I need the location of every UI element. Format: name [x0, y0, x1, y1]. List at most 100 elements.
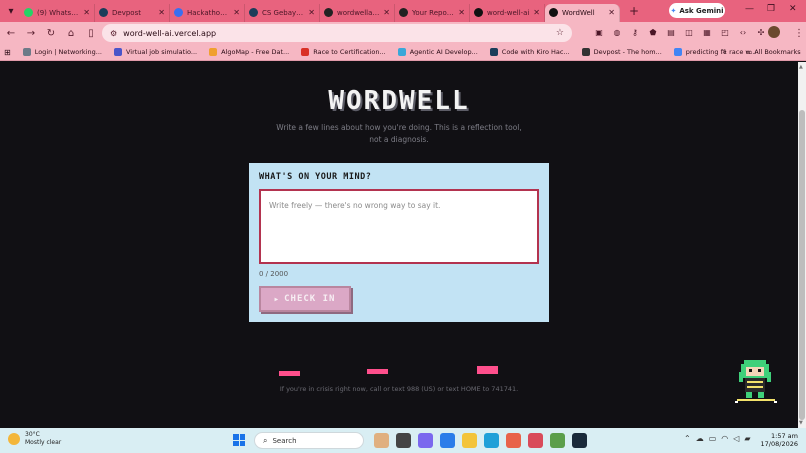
reflection-input[interactable] — [259, 189, 539, 264]
tab-close-icon[interactable]: ✕ — [533, 8, 540, 17]
file-explorer-icon[interactable] — [462, 433, 477, 448]
weather-icon — [8, 433, 20, 445]
chrome-browser-icon[interactable] — [506, 433, 521, 448]
bookmark-item[interactable]: Race to Certification... — [301, 48, 386, 56]
folder-icon: ▭ — [746, 48, 755, 56]
profile-avatar[interactable] — [768, 26, 780, 38]
ask-gemini-button[interactable]: ✦ Ask Gemini — [669, 3, 725, 18]
extension-icon[interactable]: ▣ — [592, 25, 606, 39]
taskbar-clock[interactable]: 1:57 am 17/08/2026 — [760, 432, 798, 448]
bookmark-item[interactable]: AlgoMap - Free Dat... — [209, 48, 289, 56]
mail-app-icon[interactable] — [440, 433, 455, 448]
menu-icon[interactable]: ⋮ — [790, 24, 806, 42]
bookmark-star-icon[interactable]: ☆ — [556, 28, 564, 38]
tab-close-icon[interactable]: ✕ — [308, 8, 315, 17]
bookmark-item[interactable]: predicting f1 race w... — [673, 48, 756, 56]
taskbar-apps — [374, 433, 587, 448]
weather-widget[interactable]: 30°C Mostly clear — [8, 431, 61, 447]
apps-grid-icon[interactable]: ⊞ — [4, 48, 11, 57]
extension-icon[interactable]: ⬟ — [646, 25, 660, 39]
restore-icon[interactable]: ❐ — [767, 4, 775, 14]
tab-close-icon[interactable]: ✕ — [233, 8, 240, 17]
code-icon[interactable]: ‹› — [736, 25, 750, 39]
scroll-down-icon[interactable]: ▼ — [799, 420, 803, 426]
tab-close-icon[interactable]: ✕ — [383, 8, 390, 17]
forward-icon[interactable]: → — [22, 24, 40, 42]
decor-pixel-bar — [367, 369, 388, 374]
address-bar[interactable]: ⚙ word-well-ai.vercel.app ☆ — [102, 24, 572, 42]
tab-close-icon[interactable]: ✕ — [608, 8, 615, 17]
wifi-icon[interactable]: ◠ — [721, 434, 728, 443]
bookmark-item[interactable]: Virtual job simulatio... — [113, 48, 197, 56]
tab-close-icon[interactable]: ✕ — [83, 8, 90, 17]
close-window-icon[interactable]: ✕ — [789, 4, 797, 14]
extension-icon[interactable]: ◫ — [682, 25, 696, 39]
devpost-icon — [249, 8, 258, 17]
cursor-icon — [174, 8, 183, 17]
weather-desc: Mostly clear — [25, 439, 62, 446]
tab-label: wordwellai (i) — [337, 8, 381, 17]
windows-start-icon[interactable] — [233, 434, 245, 446]
browser-toolbar: ← → ↻ ⌂ ▯ ⚙ word-well-ai.vercel.app ☆ ▣ … — [0, 22, 806, 44]
browser-tab[interactable]: Your Repositor✕ — [395, 3, 470, 22]
extension-icon[interactable]: ▤ — [664, 25, 678, 39]
bookmark-item[interactable]: Agentic AI Develop... — [397, 48, 478, 56]
all-bookmarks[interactable]: ▭ All Bookmarks — [746, 48, 801, 56]
chrome-profile-icon[interactable] — [528, 433, 543, 448]
reload-icon[interactable]: ↻ — [42, 24, 60, 42]
puzzle-icon[interactable]: ✣ — [754, 25, 768, 39]
battery-icon[interactable]: ▭ — [709, 434, 717, 443]
browser-tab[interactable]: Devpost ✕ — [95, 3, 170, 22]
speaker-icon[interactable]: ▰ — [744, 434, 750, 443]
vercel-icon — [474, 8, 483, 17]
bookmark-favicon-icon — [489, 48, 498, 56]
browser-tab[interactable]: (9) WhatsApp ✕ — [20, 3, 95, 22]
bookmark-favicon-icon — [581, 48, 590, 56]
new-tab-button[interactable]: + — [626, 3, 642, 19]
url-text: word-well-ai.vercel.app — [123, 28, 217, 38]
terminal-app-icon[interactable] — [572, 433, 587, 448]
key-icon[interactable]: ⚷ — [628, 25, 642, 39]
windows-taskbar: 30°C Mostly clear ⌕ Search ⌃ ☁ ▭ ◠ ◁ ▰ 1… — [0, 428, 806, 453]
bookmark-item[interactable]: Login | Networking... — [22, 48, 102, 56]
chrome-profile-icon[interactable] — [550, 433, 565, 448]
browser-tab[interactable]: CS Gebay Aid ✕ — [245, 3, 320, 22]
browser-tab[interactable]: WordWell ✕ — [545, 3, 620, 22]
chevron-up-icon[interactable]: ⌃ — [684, 434, 691, 443]
back-icon[interactable]: ← — [2, 24, 20, 42]
bookmark-item[interactable]: Devpost - The hom... — [581, 48, 662, 56]
task-view-icon[interactable] — [396, 433, 411, 448]
check-in-button[interactable]: ▶ CHECK IN — [259, 286, 351, 312]
more-bookmarks-icon[interactable]: » — [722, 47, 727, 56]
site-info-icon[interactable]: ⚙ — [110, 29, 117, 38]
side-panel-icon[interactable]: ▯ — [82, 24, 100, 42]
browser-tab[interactable]: word-well-ai ✕ — [470, 3, 545, 22]
bookmark-item[interactable]: Code with Kiro Hac... — [489, 48, 570, 56]
taskbar-search[interactable]: ⌕ Search — [254, 432, 364, 449]
copilot-app-icon[interactable] — [418, 433, 433, 448]
minimize-icon[interactable]: — — [745, 4, 754, 14]
scroll-thumb[interactable] — [799, 110, 805, 420]
edge-browser-icon[interactable] — [484, 433, 499, 448]
home-icon[interactable]: ⌂ — [62, 24, 80, 42]
extension-icon[interactable]: ◰ — [718, 25, 732, 39]
devpost-icon — [99, 8, 108, 17]
wordwell-page: WORDWELL Write a few lines about how you… — [0, 62, 798, 428]
extension-icon[interactable]: ▦ — [700, 25, 714, 39]
gemini-star-icon: ✦ — [670, 6, 677, 15]
scroll-up-icon[interactable]: ▲ — [799, 64, 803, 70]
onedrive-icon[interactable]: ☁ — [696, 434, 704, 443]
wordwell-icon — [549, 8, 558, 17]
volume-icon[interactable]: ◁ — [733, 434, 739, 443]
tab-search-icon[interactable]: ▾ — [2, 2, 20, 20]
bookmark-favicon-icon — [301, 48, 310, 56]
browser-tab[interactable]: wordwellai (i) ✕ — [320, 3, 395, 22]
page-scrollbar[interactable]: ▲ ▼ — [798, 62, 806, 428]
page-title: WORDWELL — [328, 86, 470, 116]
browser-tab[interactable]: Hackathon Ide✕ — [170, 3, 245, 22]
extension-icon[interactable]: ◍ — [610, 25, 624, 39]
extensions-area: ▣ ◍ ⚷ ⬟ ▤ ◫ ▦ ◰ ‹› ✣ — [592, 25, 768, 39]
widgets-app-icon[interactable] — [374, 433, 389, 448]
tab-close-icon[interactable]: ✕ — [458, 8, 465, 17]
tab-close-icon[interactable]: ✕ — [158, 8, 165, 17]
